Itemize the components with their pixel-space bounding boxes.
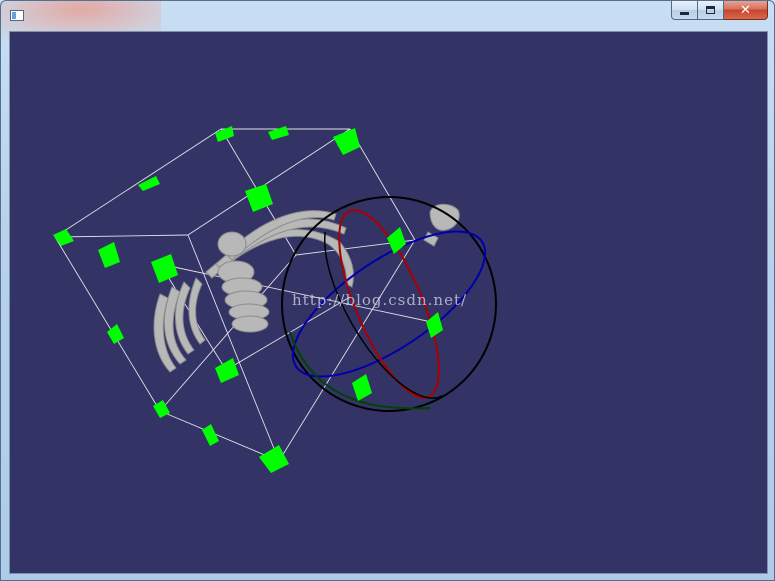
handle[interactable] [352,374,372,401]
watermark-text: http://blog.csdn.net/ [292,291,468,309]
handle[interactable] [245,184,273,212]
render-viewport[interactable]: http://blog.csdn.net/ [9,31,768,574]
minimize-icon [680,11,689,15]
application-window: ✕ http://blog.csdn.net/ [0,0,775,581]
maximize-icon [706,6,715,14]
handle[interactable] [268,126,289,140]
maximize-button[interactable] [698,1,724,20]
handle[interactable] [53,229,74,246]
bone-model[interactable] [153,203,460,373]
minimize-button[interactable] [671,1,698,20]
handle[interactable] [259,445,289,473]
handle[interactable] [151,254,178,283]
handle[interactable] [215,126,234,142]
title-bar[interactable]: ✕ [1,1,774,31]
handle[interactable] [215,358,239,383]
app-icon[interactable] [10,10,24,21]
handle[interactable] [387,227,406,254]
close-icon: ✕ [740,2,751,18]
handle[interactable] [98,242,120,268]
window-controls: ✕ [671,1,768,21]
handle[interactable] [333,128,360,155]
handle[interactable] [138,176,160,191]
close-button[interactable]: ✕ [724,1,768,20]
